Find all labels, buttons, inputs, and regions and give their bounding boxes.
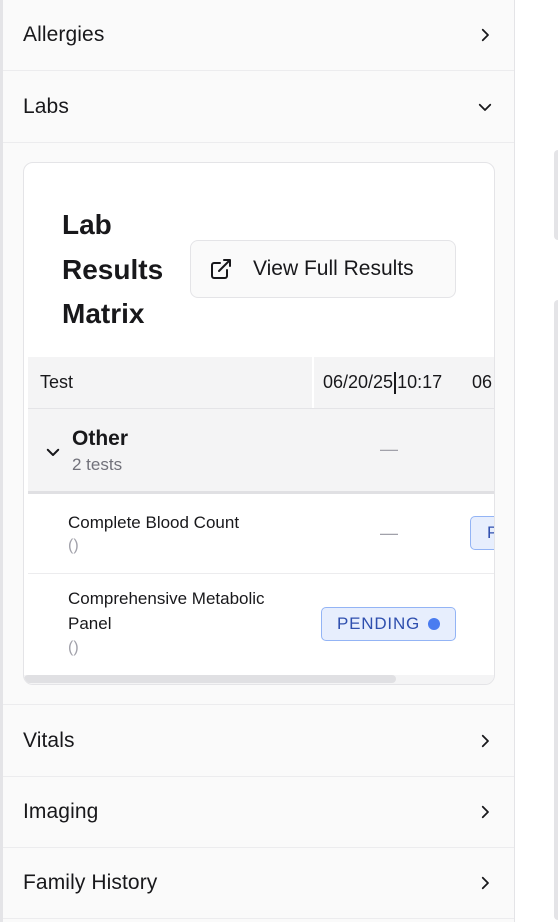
section-title: Vitals — [23, 729, 75, 752]
text-cursor — [394, 371, 397, 394]
view-full-results-button[interactable]: View Full Results — [190, 240, 456, 298]
section-imaging[interactable]: Imaging — [3, 777, 514, 848]
time-label: 10:17 — [397, 372, 443, 392]
column-header-test-label: Test — [40, 372, 74, 392]
right-pane-card-edge — [554, 150, 558, 240]
empty-value: — — [380, 523, 398, 543]
column-header-date-1[interactable]: 06/20/25 10:17 — [323, 357, 442, 408]
column-header-date-2[interactable]: 06 — [472, 357, 492, 408]
chevron-right-icon — [481, 876, 489, 890]
chevron-down-icon — [478, 103, 492, 111]
test-unit: () — [68, 537, 79, 554]
date-label: 06 — [472, 372, 493, 392]
group-row-other[interactable]: Other 2 tests — — [28, 409, 494, 494]
test-name: Complete Blood Count — [68, 513, 240, 532]
section-title: Family History — [23, 871, 158, 894]
section-labs[interactable]: Labs — [3, 72, 514, 143]
section-title: Labs — [23, 95, 69, 118]
section-vitals[interactable]: Vitals — [3, 706, 514, 777]
table-row[interactable]: Comprehensive Metabolic Panel () PENDING — [28, 574, 494, 675]
column-header-test[interactable]: Test — [28, 357, 314, 408]
date-label: 06/20/25 — [323, 372, 394, 392]
table-row[interactable]: Complete Blood Count () — P — [28, 494, 494, 573]
section-family-history[interactable]: Family History — [3, 848, 514, 919]
table-header: Test 06/20/25 10:17 06 — [28, 357, 494, 409]
test-name: Comprehensive Metabolic Panel — [68, 589, 265, 633]
card-title: Lab Results Matrix — [62, 209, 164, 329]
empty-value: — — [380, 439, 398, 459]
chevron-right-icon — [481, 805, 489, 819]
status-badge-label: PENDING — [337, 614, 421, 633]
scrollbar-thumb[interactable] — [24, 675, 396, 683]
right-pane — [515, 0, 558, 922]
view-full-results-label: View Full Results — [253, 257, 414, 280]
status-dot-icon — [428, 618, 441, 630]
section-title: Imaging — [23, 800, 99, 823]
chevron-right-icon — [481, 28, 489, 42]
chevron-right-icon — [481, 734, 489, 748]
status-badge-pending[interactable]: PENDING — [321, 607, 457, 641]
chevron-down-icon[interactable] — [44, 443, 62, 461]
external-link-icon — [211, 259, 231, 279]
right-pane-card-edge — [554, 300, 558, 920]
status-badge[interactable]: P — [470, 516, 494, 550]
section-title: Allergies — [23, 23, 105, 46]
status-badge-label: P — [487, 523, 494, 543]
group-name: Other — [72, 427, 129, 450]
horizontal-scrollbar[interactable] — [24, 675, 494, 684]
section-allergies[interactable]: Allergies — [3, 0, 514, 71]
lab-results-card: Lab Results Matrix View Full Results Tes… — [23, 162, 495, 685]
group-count: 2 tests — [72, 455, 123, 474]
test-unit: () — [68, 639, 79, 656]
